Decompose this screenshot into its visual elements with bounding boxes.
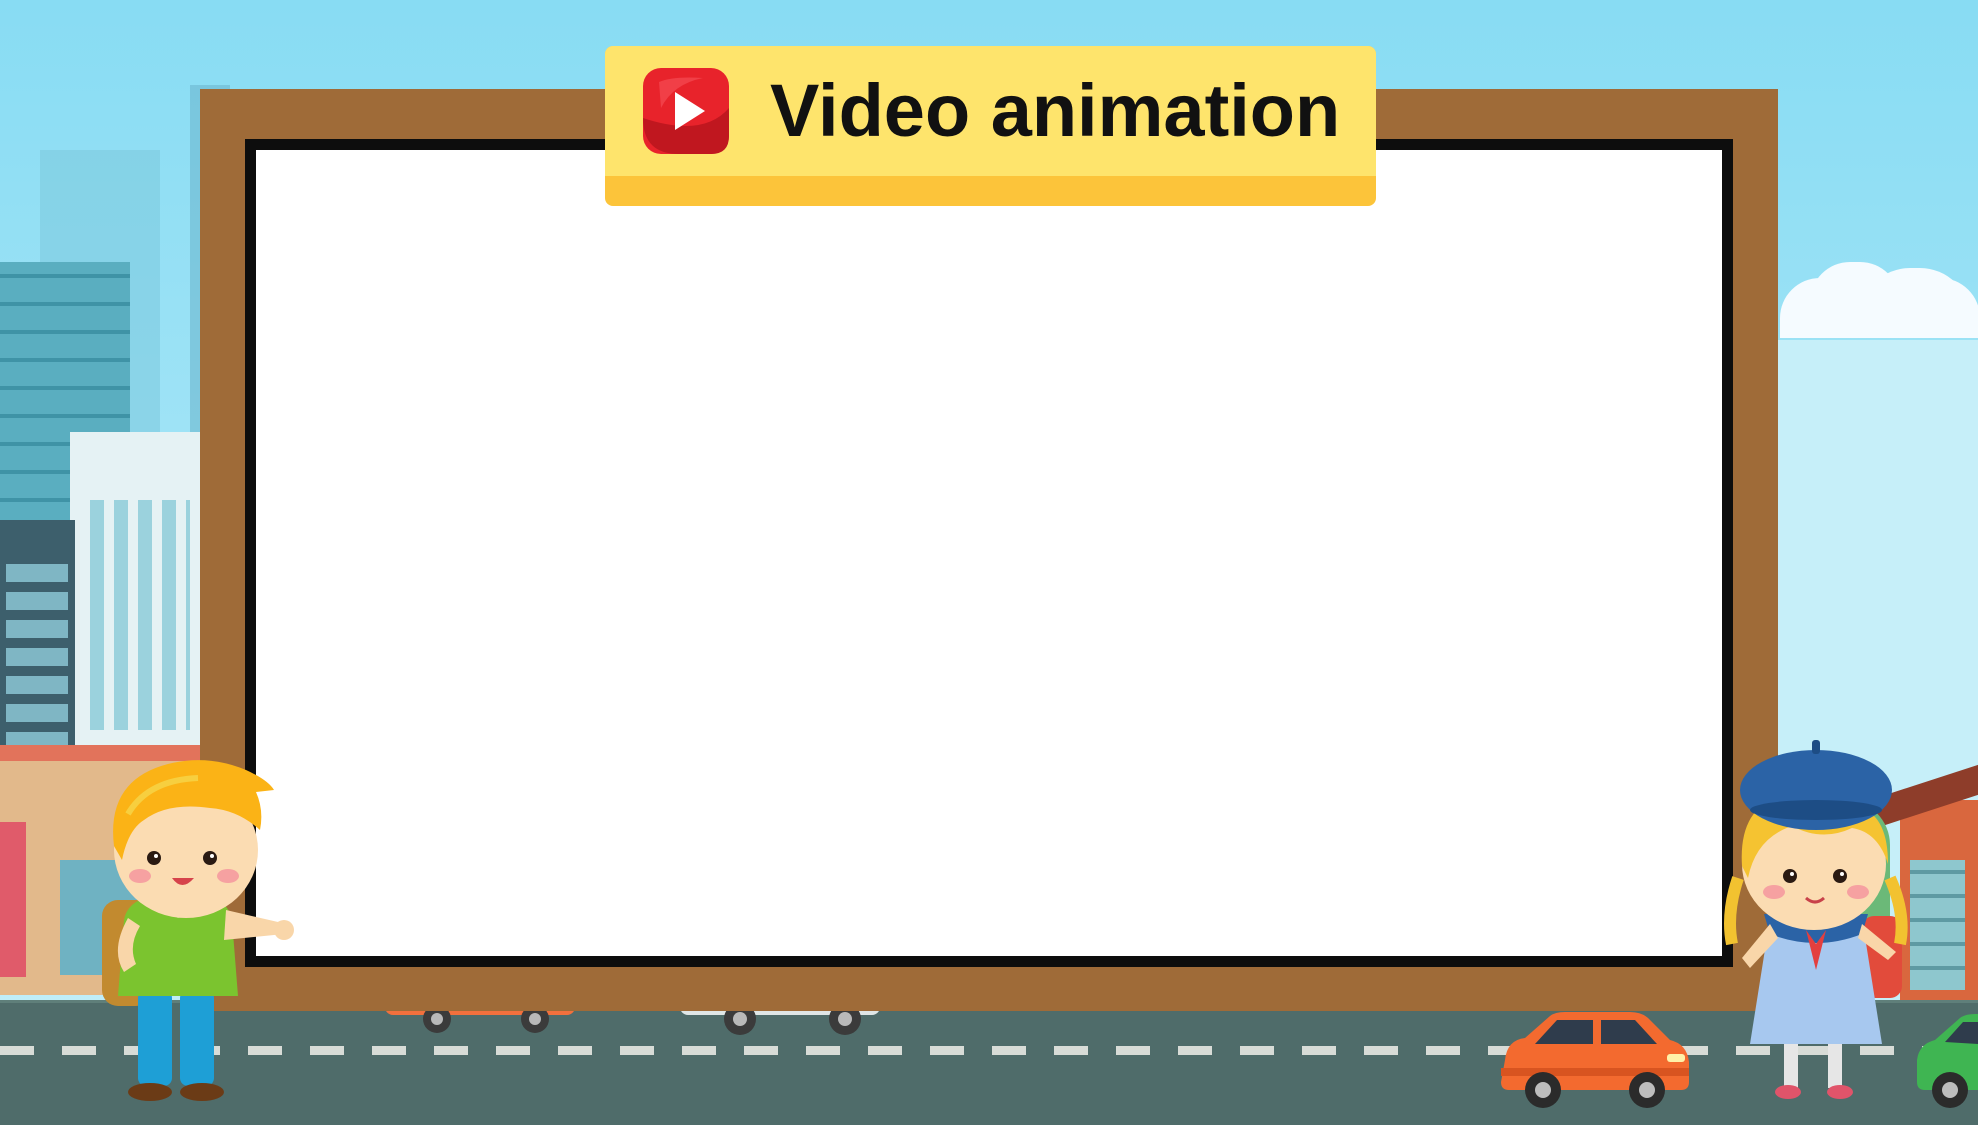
- building: [0, 822, 26, 977]
- page-title: Video animation: [770, 69, 1341, 152]
- boy-character: [102, 760, 294, 1101]
- girl-character: [1724, 740, 1908, 1099]
- building: [90, 500, 190, 730]
- building: [6, 560, 68, 760]
- board-frame: [200, 89, 1778, 1011]
- green-car: [1917, 1014, 1978, 1108]
- orange-car: [1501, 1012, 1689, 1108]
- play-button-icon: [643, 68, 729, 154]
- video-screen: [245, 139, 1733, 967]
- title-banner: Video animation: [605, 46, 1376, 206]
